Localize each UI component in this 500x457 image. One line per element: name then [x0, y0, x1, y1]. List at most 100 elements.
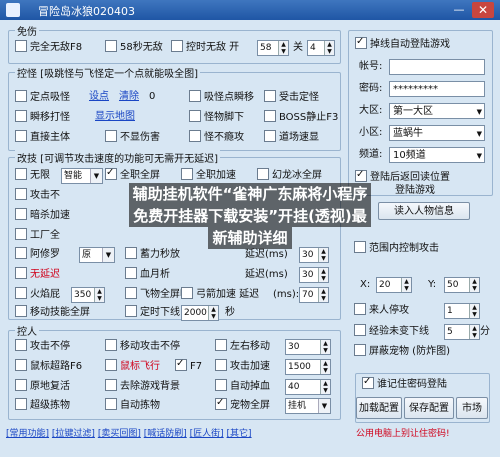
- monster-group: 控怪 [吸跳怪与飞怪定一个点就能吸全图] 定点吸怪 设点 清除 0 吸怪点瞬移 …: [8, 65, 341, 151]
- dark-speed-checkbox[interactable]: 暗杀加速: [15, 208, 70, 224]
- minimize-button[interactable]: —: [450, 2, 468, 18]
- fast-revive-checkbox[interactable]: 原地复活: [15, 379, 70, 395]
- overlay-banner: 辅助挂机软件“雀神广东麻将小程序 免费开挂器下载安装”开挂(透视)最 新辅助详细: [70, 183, 430, 249]
- app-icon: [6, 3, 20, 17]
- zone-label: 小区:: [359, 127, 383, 138]
- delay1-spin[interactable]: 30 ▲ ▼: [299, 247, 329, 263]
- monster-follow-checkbox[interactable]: 吸怪点瞬移: [189, 90, 254, 106]
- all-speedup-checkbox[interactable]: 全职加速: [181, 168, 236, 184]
- attack-no-stop-checkbox[interactable]: 攻击不停: [15, 339, 70, 355]
- channel-select[interactable]: 10频道 ▼: [389, 147, 485, 163]
- clear-link[interactable]: 清除: [119, 89, 139, 105]
- remove-bg-checkbox[interactable]: 去除游戏背景: [105, 379, 180, 395]
- password-label: 密码:: [359, 83, 383, 94]
- time-next-checkbox[interactable]: 定时下线: [125, 305, 180, 321]
- smart-select[interactable]: 智能 ▼: [61, 168, 103, 184]
- move-full-checkbox[interactable]: 移动技能全屏: [15, 305, 90, 321]
- blood-prev-checkbox[interactable]: 血月析: [125, 267, 170, 283]
- no-delay-checkbox[interactable]: 无延迟: [15, 267, 60, 283]
- exp-down-spin[interactable]: 5 ▲ ▼: [444, 324, 480, 340]
- super-grab-checkbox[interactable]: 超级拣物: [15, 398, 70, 414]
- invincible-58s-checkbox[interactable]: 58秒无敌: [105, 40, 163, 56]
- mouse-jump-checkbox[interactable]: 鼠标超路F6: [15, 359, 82, 375]
- window-title: 冒险岛冰狼020403: [38, 5, 135, 18]
- region-label: 大区:: [359, 105, 383, 116]
- close-button[interactable]: ✕: [472, 2, 494, 18]
- load-config-button[interactable]: 加载配置: [356, 397, 402, 419]
- save-config-button[interactable]: 保存配置: [404, 397, 454, 419]
- show-map-link[interactable]: 显示地图: [95, 109, 135, 125]
- no-limit-checkbox[interactable]: 无限: [15, 168, 50, 184]
- auto-grab-checkbox[interactable]: 自动拣物: [105, 398, 160, 414]
- tab-key-filter[interactable]: [拉键过滤]: [52, 429, 95, 439]
- wind-boost-checkbox[interactable]: 蓄力秒放: [125, 247, 180, 263]
- ashura-checkbox[interactable]: 阿修罗: [15, 247, 60, 263]
- pet-screen-checkbox[interactable]: 宠物全屏: [215, 395, 270, 414]
- field-speed-checkbox[interactable]: 道场速显: [264, 130, 319, 146]
- delay2-spin[interactable]: 30 ▲ ▼: [299, 267, 329, 283]
- x-spin[interactable]: 20 ▲ ▼: [376, 277, 412, 293]
- tab-craft[interactable]: [匠人街]: [190, 429, 224, 439]
- f7-checkbox[interactable]: F7: [175, 356, 202, 375]
- left-right-spin[interactable]: 30 ▲ ▼: [285, 339, 331, 355]
- hit-lock-checkbox[interactable]: 受击定怪: [264, 90, 319, 106]
- point-count: 0: [149, 91, 156, 102]
- delay1-label: 延迟(ms): [245, 249, 288, 260]
- stop-visit-checkbox[interactable]: 来人停攻: [354, 303, 409, 319]
- overlay-line-1: 辅助挂机软件“雀神广东麻将小程序: [128, 183, 372, 205]
- password-input[interactable]: *********: [389, 81, 485, 97]
- invincible-off-spin[interactable]: 4 ▲ ▼: [307, 40, 335, 56]
- timed-invincible-checkbox[interactable]: 控时无敌 开: [171, 40, 239, 56]
- tab-trade[interactable]: [卖买回图]: [98, 429, 141, 439]
- ashura-select[interactable]: 原 ▼: [79, 247, 115, 263]
- left-right-checkbox[interactable]: 左右移动: [215, 339, 270, 355]
- login-group: 掉线自动登陆游戏 帐号: 密码: ********* 大区: 第一大区▼ 小区:…: [348, 30, 493, 196]
- no-damage-checkbox[interactable]: 不显伤害: [105, 130, 160, 146]
- tab-common[interactable]: [常用功能]: [6, 429, 49, 439]
- mouse-fly-checkbox[interactable]: 鼠标飞行: [105, 359, 160, 375]
- move-attack-checkbox[interactable]: 移动攻击不停: [105, 339, 180, 355]
- auto-hp-spin[interactable]: 40 ▲ ▼: [285, 379, 331, 395]
- zone-select[interactable]: 蓝蜗牛 ▼: [389, 125, 485, 141]
- auto-hp-checkbox[interactable]: 自动掉血: [215, 379, 270, 395]
- channel-label: 频道:: [359, 149, 383, 160]
- auto-login-checkbox[interactable]: 掉线自动登陆游戏: [355, 34, 450, 53]
- attack-speed-spin[interactable]: 1500 ▲ ▼: [285, 359, 331, 375]
- all-screen-checkbox[interactable]: 全职全屏: [105, 165, 160, 184]
- monster-group-title: 控怪 [吸跳怪与飞怪定一个点就能吸全图]: [15, 65, 200, 80]
- fireball-spin[interactable]: 350 ▲ ▼: [71, 287, 105, 303]
- ice-screen-checkbox[interactable]: 幻龙冰全屏: [257, 168, 322, 184]
- pet-select[interactable]: 挂机 ▼: [285, 398, 331, 414]
- time-spin[interactable]: 2000 ▲ ▼: [181, 305, 219, 321]
- delay3-spin[interactable]: 70 ▲ ▼: [299, 287, 329, 303]
- account-input[interactable]: [389, 59, 485, 75]
- monster-under-checkbox[interactable]: 怪物脚下: [189, 110, 244, 126]
- x-label: X:: [360, 279, 371, 290]
- direct-master-checkbox[interactable]: 直接主体: [15, 130, 70, 146]
- invincible-on-spin[interactable]: 58 ▲ ▼: [257, 40, 289, 56]
- no-fire-checkbox[interactable]: 怪不瘾攻: [189, 130, 244, 146]
- bow-speed-checkbox[interactable]: 弓箭加速 延迟: [181, 287, 259, 303]
- off-label: 关: [293, 42, 303, 53]
- invincible-group-title: 免伤: [15, 23, 39, 38]
- attack-no-checkbox[interactable]: 攻击不: [15, 188, 60, 204]
- attack-speed-checkbox[interactable]: 攻击加速: [215, 359, 270, 375]
- fireball-checkbox[interactable]: 火焰屁: [15, 287, 60, 303]
- set-point-link[interactable]: 设点: [89, 89, 109, 105]
- boss-stop-checkbox[interactable]: BOSS静止F3: [264, 110, 338, 126]
- exp-down-checkbox[interactable]: 经验未变下线: [354, 324, 429, 340]
- instant-move-checkbox[interactable]: 瞬移打怪: [15, 110, 70, 126]
- y-spin[interactable]: 50 ▲ ▼: [444, 277, 480, 293]
- sec-label: 秒: [225, 307, 235, 318]
- block-pet-checkbox[interactable]: 屏蔽宠物 (防炸图): [354, 344, 450, 360]
- market-button[interactable]: 市场: [456, 397, 488, 419]
- stop-visit-spin[interactable]: 1 ▲ ▼: [444, 303, 480, 319]
- tab-chat[interactable]: [喊话防刷]: [144, 429, 187, 439]
- overlay-line-3: 新辅助详细: [208, 227, 292, 249]
- remember-pwd-checkbox[interactable]: 谁记住密码登陆: [362, 374, 447, 393]
- worker-screen-checkbox[interactable]: 工厂全: [15, 228, 60, 244]
- tab-other[interactable]: [其它]: [227, 429, 252, 439]
- full-invincible-checkbox[interactable]: 完全无敌F8: [15, 40, 82, 56]
- region-select[interactable]: 第一大区 ▼: [389, 103, 485, 119]
- fixed-suck-checkbox[interactable]: 定点吸怪: [15, 90, 70, 106]
